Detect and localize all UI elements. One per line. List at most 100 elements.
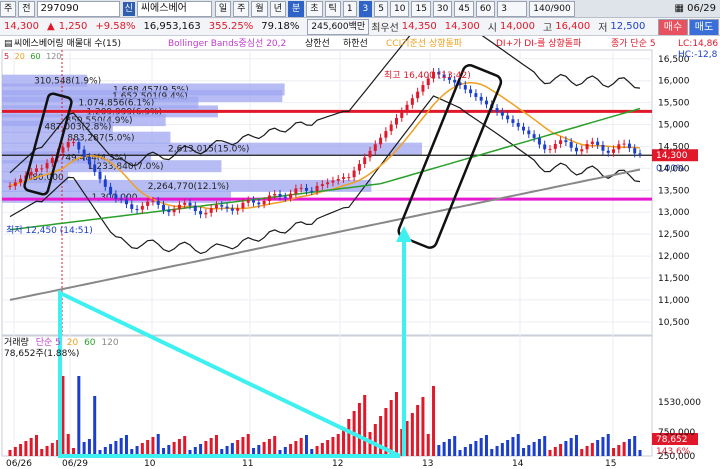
volume-panel — [1, 335, 653, 457]
candle-body — [543, 144, 547, 150]
candle-body — [50, 157, 54, 164]
sell-button[interactable]: 매도 — [689, 19, 719, 35]
date-field[interactable]: ▦ 06/29 — [675, 3, 720, 14]
period-buttons: 일주월년분초틱 — [214, 0, 343, 17]
minute-button-1[interactable]: 1 — [342, 0, 357, 17]
stock-name-field[interactable]: 씨에스베어 — [136, 0, 212, 17]
period-button-4[interactable]: 분 — [287, 0, 305, 17]
up-arrow-icon: ▲ — [47, 21, 55, 32]
candle-body — [146, 201, 150, 206]
volume-bar — [617, 445, 621, 456]
candle-body — [193, 205, 197, 211]
minute-button-3[interactable]: 3 — [358, 0, 373, 17]
current-price-tag-text: 14,300 — [656, 151, 688, 161]
volume-bar — [93, 396, 97, 456]
candle-body — [315, 185, 319, 192]
candle-body — [320, 184, 324, 186]
candle-body — [294, 188, 298, 194]
cci-legend: CCI기준선 상향돌파 — [386, 37, 463, 49]
volume-bar — [119, 438, 123, 456]
volume-bar — [29, 438, 33, 456]
candle-body — [410, 98, 414, 105]
candle-body — [363, 157, 367, 164]
high-label: 고 — [543, 23, 553, 34]
candle-body — [8, 185, 12, 187]
volume-bar — [495, 446, 499, 456]
volume-bar — [453, 436, 457, 456]
volume-bar — [490, 449, 494, 456]
candle-body — [230, 208, 234, 211]
minute-button-30[interactable]: 30 — [432, 0, 453, 17]
candle-body — [606, 150, 610, 153]
minute-button-10[interactable]: 10 — [390, 0, 410, 17]
quote-bar: 14,300 ▲ 1,250 +9.58% 16,953,163 355.25%… — [0, 18, 720, 36]
minute-button-45[interactable]: 45 — [454, 0, 474, 17]
period-select[interactable]: 주 — [0, 0, 17, 17]
volume-bar — [177, 439, 181, 456]
volume-bar — [585, 446, 589, 456]
volume-bar — [522, 448, 526, 456]
time-tick-label: 11 — [242, 459, 253, 469]
volume-ratio: 355.25% — [208, 21, 254, 32]
time-tick-label: 14 — [512, 459, 524, 469]
price-tick-label: 11,500 — [658, 274, 690, 284]
volume: 16,953,163 — [143, 21, 201, 32]
volume-bar — [638, 450, 642, 456]
range-field[interactable]: 140/900 — [529, 0, 575, 17]
chart-menu-icon[interactable]: ▤ — [4, 39, 13, 49]
candle-body — [119, 198, 123, 200]
minute-button-5[interactable]: 5 — [374, 0, 389, 17]
best-ask: 14,350 — [401, 21, 437, 32]
candle-body — [580, 149, 584, 152]
candle-body — [596, 141, 600, 146]
volume-bar — [442, 442, 446, 456]
volume-bar — [273, 436, 277, 456]
price-change-pct: +9.58% — [95, 21, 136, 32]
candle-body — [45, 163, 49, 169]
candle-body — [627, 143, 631, 149]
price-chart[interactable]: 310,548(1.9%)1,668,457(9.5%)1,652,501(9.… — [0, 36, 720, 469]
candle-body — [278, 193, 282, 197]
candle-body — [622, 143, 626, 145]
period-button-3[interactable]: 년 — [269, 0, 286, 17]
volume-bar — [601, 437, 605, 456]
candle-body — [40, 168, 44, 170]
candle-body — [225, 206, 229, 209]
candle-body — [537, 137, 541, 145]
count-select[interactable]: 3 — [497, 0, 528, 17]
price-tick-label: 11,000 — [658, 296, 690, 306]
minute-button-60[interactable]: 60 — [475, 0, 496, 17]
candle-body — [617, 144, 621, 150]
candle-body — [394, 117, 398, 125]
candle-body — [638, 153, 642, 155]
volume-bar — [24, 441, 28, 456]
volume-bar — [172, 442, 176, 456]
price-change: 1,250 — [58, 21, 88, 32]
volume-bar — [553, 447, 557, 456]
period-button-1[interactable]: 주 — [233, 0, 250, 17]
volume-bar — [511, 437, 515, 456]
candle-body — [342, 177, 346, 179]
open-price: 14,000 — [500, 21, 535, 32]
buy-button[interactable]: 매수 — [658, 19, 688, 35]
low-annotation: 최저 12,450 (14:51) — [6, 225, 93, 236]
minute-button-15[interactable]: 15 — [411, 0, 431, 17]
volume-bar — [548, 450, 552, 456]
period-button-6[interactable]: 틱 — [324, 0, 341, 17]
jeon-button[interactable]: 전 — [18, 0, 35, 17]
candle-body — [177, 204, 181, 210]
candle-body — [500, 111, 504, 116]
stock-code-input[interactable]: 297090 — [36, 0, 120, 17]
period-button-0[interactable]: 일 — [214, 0, 232, 17]
volume-profile-label: 1,233,840(7.0%) — [88, 162, 164, 172]
period-button-2[interactable]: 월 — [251, 0, 268, 17]
bollinger-legend: Bollinger Bands중심선 20,2 — [168, 38, 286, 49]
price-tick-label: 13,000 — [658, 208, 690, 218]
current-price: 14,300 — [4, 21, 39, 32]
candle-body — [283, 196, 287, 198]
price-tick-label: 15,500 — [658, 99, 690, 109]
volume-bar — [236, 440, 240, 456]
period-button-5[interactable]: 초 — [306, 0, 323, 17]
candle-body — [82, 149, 86, 157]
volume-bar — [8, 450, 12, 456]
